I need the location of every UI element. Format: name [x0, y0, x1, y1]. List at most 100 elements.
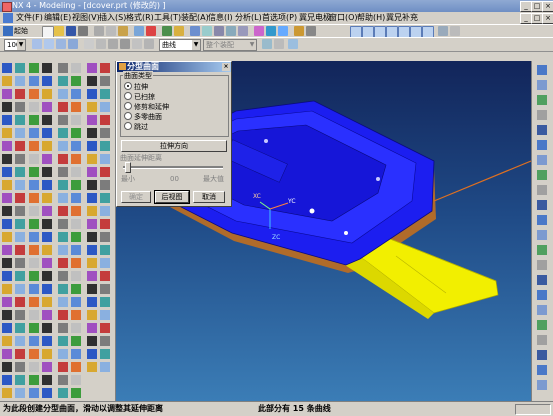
delete-icon[interactable] — [146, 26, 156, 36]
tool-icon[interactable] — [100, 336, 110, 346]
wireframe-icon[interactable] — [278, 26, 288, 36]
tool-icon[interactable] — [2, 154, 12, 164]
tool-icon[interactable] — [29, 128, 39, 138]
tool-icon[interactable] — [15, 63, 25, 73]
tool-icon[interactable] — [87, 232, 97, 242]
tool-icon[interactable] — [15, 245, 25, 255]
tool-icon[interactable] — [15, 297, 25, 307]
ok-button[interactable]: 确定 — [121, 191, 151, 203]
extend-slider-thumb[interactable] — [125, 162, 131, 173]
tool-icon[interactable] — [87, 102, 97, 112]
tool-icon[interactable] — [87, 349, 97, 359]
tool-icon[interactable] — [42, 245, 52, 255]
tool-icon[interactable] — [58, 336, 68, 346]
tool-icon[interactable] — [42, 206, 52, 216]
snap-quadrant-icon[interactable] — [132, 39, 142, 49]
tool-icon[interactable] — [87, 63, 97, 73]
section-icon[interactable] — [294, 26, 304, 36]
render-icon[interactable] — [254, 26, 264, 36]
tool-icon[interactable] — [29, 375, 39, 385]
tool-icon[interactable] — [71, 115, 81, 125]
tool-icon[interactable] — [58, 310, 68, 320]
tool-icon[interactable] — [87, 258, 97, 268]
tool-icon[interactable] — [2, 115, 12, 125]
tool-icon[interactable] — [87, 76, 97, 86]
select-icon[interactable] — [32, 39, 42, 49]
select-feature-icon[interactable] — [44, 39, 54, 49]
tool-icon[interactable] — [2, 271, 12, 281]
undo-icon[interactable] — [134, 26, 144, 36]
tool-icon[interactable] — [100, 115, 110, 125]
right-tool-icon[interactable] — [537, 125, 547, 135]
tool-icon[interactable] — [58, 297, 68, 307]
right-tool-icon[interactable] — [537, 230, 547, 240]
tool-icon[interactable] — [71, 232, 81, 242]
tool-icon[interactable] — [29, 271, 39, 281]
menu-assembly[interactable]: 装配(A) — [181, 13, 209, 23]
right-tool-icon[interactable] — [537, 320, 547, 330]
right-tool-icon[interactable] — [537, 200, 547, 210]
tool-icon[interactable] — [71, 245, 81, 255]
menu-insert[interactable]: 插入(S) — [99, 13, 126, 23]
tool-icon[interactable] — [71, 219, 81, 229]
right-tool-icon[interactable] — [537, 80, 547, 90]
tool-icon[interactable] — [2, 388, 12, 398]
save-icon[interactable] — [66, 26, 76, 36]
tool-icon[interactable] — [100, 323, 110, 333]
tool-icon[interactable] — [58, 167, 68, 177]
right-tool-icon[interactable] — [537, 65, 547, 75]
tool-icon[interactable] — [71, 89, 81, 99]
tool-icon[interactable] — [100, 284, 110, 294]
more-icon[interactable] — [288, 39, 298, 49]
tool-icon[interactable] — [15, 167, 25, 177]
menu-format[interactable]: 格式(R) — [126, 13, 154, 23]
right-tool-icon[interactable] — [537, 305, 547, 315]
cancel-button[interactable]: 取消 — [193, 191, 225, 203]
tool-icon[interactable] — [87, 141, 97, 151]
tool-icon[interactable] — [58, 245, 68, 255]
tool-icon[interactable] — [58, 258, 68, 268]
right-tool-icon[interactable] — [537, 350, 547, 360]
tool-icon[interactable] — [29, 245, 39, 255]
snap-center-icon[interactable] — [120, 39, 130, 49]
tool-icon[interactable] — [42, 102, 52, 112]
tool-icon[interactable] — [2, 63, 12, 73]
radio-multi-surface[interactable]: 多零曲面 — [124, 112, 162, 122]
radio-skip[interactable]: 跳过 — [124, 122, 148, 132]
start-menu[interactable]: 起始 — [14, 26, 28, 36]
tool-icon[interactable] — [42, 323, 52, 333]
tool-icon[interactable] — [71, 180, 81, 190]
tool-icon[interactable] — [100, 206, 110, 216]
tool-icon[interactable] — [15, 310, 25, 320]
tool-icon[interactable] — [42, 258, 52, 268]
tool-icon[interactable] — [15, 362, 25, 372]
tool-icon[interactable] — [100, 193, 110, 203]
tool-icon[interactable] — [87, 154, 97, 164]
tool-icon[interactable] — [29, 323, 39, 333]
right-tool-icon[interactable] — [537, 110, 547, 120]
tool-icon[interactable] — [58, 102, 68, 112]
zoom-select[interactable]: 100 ▼ — [4, 39, 26, 51]
tool-icon[interactable] — [87, 336, 97, 346]
curve-select[interactable]: 曲线 ▼ — [159, 39, 201, 51]
tool-icon[interactable] — [58, 115, 68, 125]
tool-icon[interactable] — [15, 258, 25, 268]
menu-window[interactable]: 窗口(O) — [329, 13, 358, 23]
tool-icon[interactable] — [58, 128, 68, 138]
tool-icon[interactable] — [58, 388, 68, 398]
tool-icon[interactable] — [71, 76, 81, 86]
tool-icon[interactable] — [2, 89, 12, 99]
tool-icon[interactable] — [58, 206, 68, 216]
tool-icon[interactable] — [29, 167, 39, 177]
select-body-icon[interactable] — [68, 39, 78, 49]
tool-icon[interactable] — [15, 76, 25, 86]
tool-icon[interactable] — [87, 362, 97, 372]
tool-icon[interactable] — [29, 362, 39, 372]
right-tool-icon[interactable] — [537, 335, 547, 345]
tool-icon[interactable] — [2, 375, 12, 385]
tool-icon[interactable] — [100, 219, 110, 229]
menu-analysis[interactable]: 分析(L) — [235, 13, 262, 23]
copy-icon[interactable] — [106, 26, 116, 36]
tool-icon[interactable] — [15, 193, 25, 203]
tool-icon[interactable] — [2, 297, 12, 307]
